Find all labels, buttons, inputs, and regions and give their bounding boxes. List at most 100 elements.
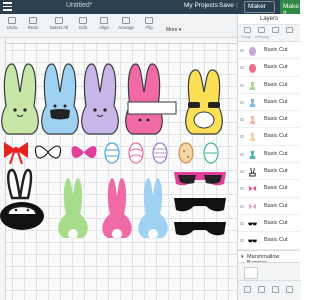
redo-button[interactable]: Redo bbox=[22, 17, 44, 30]
layer-label: Basic Cut bbox=[264, 202, 288, 209]
bow-thumbnail-icon bbox=[248, 186, 257, 192]
layers-panel-footer bbox=[238, 280, 301, 300]
edit-button[interactable]: Edit bbox=[72, 17, 94, 30]
layer-label: Basic Cut bbox=[264, 47, 288, 53]
bunny-thumbnail-icon bbox=[249, 98, 256, 107]
undo-button[interactable]: Undo bbox=[1, 17, 23, 30]
flip-button[interactable]: Flip bbox=[138, 17, 160, 30]
layer-row[interactable]: Basic Cut bbox=[238, 42, 300, 60]
edit-toolbar: Undo Redo Select All Edit Align Arrange … bbox=[0, 14, 237, 38]
save-button[interactable]: Save bbox=[219, 2, 234, 9]
layer-row[interactable]: Basic Cut bbox=[238, 180, 300, 198]
project-title: Untitled* bbox=[66, 2, 93, 9]
bunny-peeking-hole[interactable] bbox=[0, 168, 44, 230]
attach-icon[interactable] bbox=[272, 286, 279, 293]
bunny-thumbnail-icon bbox=[248, 46, 257, 56]
layer-label: Basic Cut bbox=[264, 219, 288, 226]
visibility-icon[interactable] bbox=[240, 118, 244, 122]
blank-canvas-swatch[interactable] bbox=[244, 266, 258, 279]
canvas-artwork bbox=[0, 63, 226, 240]
flip-icon bbox=[145, 17, 153, 24]
duplicate-icon[interactable] bbox=[272, 27, 279, 33]
select-all-button[interactable]: Select All bbox=[47, 17, 71, 30]
layer-row[interactable]: Basic Cut bbox=[238, 232, 300, 250]
red-bow[interactable] bbox=[4, 142, 28, 165]
visibility-icon[interactable] bbox=[240, 221, 244, 225]
redo-icon bbox=[29, 17, 37, 24]
layer-label: Basic Cut bbox=[264, 116, 288, 123]
layer-row[interactable]: Basic Cut bbox=[238, 198, 300, 215]
arrange-button[interactable]: Arrange bbox=[115, 17, 137, 30]
easter-egg-pink[interactable] bbox=[128, 142, 144, 164]
top-bar: Untitled* My Projects | Save | Maker Mak… bbox=[0, 0, 300, 17]
layer-group-marshmallow-bunnies[interactable]: ▾Marshmallow Bunnies bbox=[238, 249, 300, 266]
easter-egg-purple[interactable] bbox=[152, 142, 168, 164]
undo-icon bbox=[8, 17, 16, 24]
layer-row[interactable]: Basic Cut bbox=[238, 77, 300, 94]
peep-bunny-green[interactable] bbox=[1, 63, 39, 135]
arrange-icon bbox=[122, 17, 130, 24]
visibility-icon[interactable] bbox=[240, 66, 244, 70]
layer-row[interactable]: Basic Cut bbox=[238, 146, 300, 164]
layers-panel-title: Layers bbox=[238, 14, 300, 25]
flatten-icon[interactable] bbox=[286, 286, 293, 293]
sunglasses-thumbnail-icon bbox=[248, 222, 257, 226]
weld-icon[interactable] bbox=[258, 286, 265, 293]
easter-egg-teal[interactable] bbox=[203, 142, 219, 164]
chevron-down-icon[interactable]: ▾ bbox=[241, 254, 244, 260]
layer-row[interactable]: Basic Cut bbox=[238, 59, 300, 77]
bunny-tail-green[interactable] bbox=[58, 178, 88, 240]
visibility-icon[interactable] bbox=[240, 204, 244, 208]
layer-label: Basic Cut bbox=[264, 98, 288, 105]
layer-row[interactable]: Basic Cut bbox=[238, 163, 300, 181]
hamburger-menu-icon[interactable] bbox=[3, 2, 12, 11]
layer-row[interactable]: Basic Cut bbox=[238, 111, 300, 129]
more-dropdown[interactable]: More ▾ bbox=[166, 27, 181, 33]
ungroup-icon[interactable] bbox=[258, 27, 265, 33]
visibility-icon[interactable] bbox=[240, 170, 244, 174]
easter-egg-gold[interactable] bbox=[178, 142, 194, 164]
layers-panel-tools: Group UnGroup bbox=[238, 25, 300, 42]
visibility-icon[interactable] bbox=[240, 152, 244, 156]
layer-label: Basic Cut bbox=[264, 150, 288, 157]
layer-label: Basic Cut bbox=[264, 185, 288, 192]
peep-bunny-blue-masked[interactable] bbox=[41, 63, 79, 135]
layers-panel: Layers Group UnGroup Basic Cut Basic Cut… bbox=[237, 14, 301, 300]
peep-bunny-yellow-sunglasses[interactable] bbox=[185, 69, 223, 135]
peep-bunny-purple[interactable] bbox=[81, 63, 119, 135]
bunny-thumbnail-icon bbox=[249, 81, 256, 90]
bunny-tail-blue[interactable] bbox=[138, 178, 168, 240]
bunny-tail-pink[interactable] bbox=[102, 178, 132, 240]
layer-label: Basic Cut bbox=[264, 237, 288, 244]
layer-row[interactable]: Basic Cut bbox=[238, 94, 300, 112]
visibility-icon[interactable] bbox=[240, 49, 244, 52]
align-button[interactable]: Align bbox=[93, 17, 115, 30]
visibility-icon[interactable] bbox=[240, 239, 244, 243]
outline-bow[interactable] bbox=[34, 145, 62, 159]
layer-row[interactable]: Basic Cut bbox=[238, 128, 300, 146]
visibility-icon[interactable] bbox=[240, 135, 244, 139]
easter-egg-blue[interactable] bbox=[104, 142, 120, 164]
peep-bunny-pink-monogram[interactable] bbox=[125, 63, 177, 135]
edit-icon bbox=[79, 17, 87, 24]
bunny-thumbnail-icon bbox=[248, 64, 257, 74]
bow-thumbnail-icon bbox=[248, 203, 257, 209]
layer-row[interactable]: Basic Cut bbox=[238, 215, 300, 233]
select-all-icon bbox=[55, 17, 63, 24]
layer-label: Basic Cut bbox=[264, 81, 288, 88]
make-it-button[interactable]: Make It bbox=[280, 0, 300, 17]
visibility-icon[interactable] bbox=[240, 83, 244, 87]
visibility-icon[interactable] bbox=[240, 187, 244, 191]
bunny-thumbnail-icon bbox=[249, 116, 256, 125]
pink-bow[interactable] bbox=[71, 146, 97, 158]
visibility-icon[interactable] bbox=[240, 100, 244, 104]
ungroup-label: UnGroup bbox=[255, 35, 270, 39]
machine-select[interactable]: Maker bbox=[244, 1, 275, 13]
sunglasses-black-2[interactable] bbox=[174, 222, 226, 236]
layer-label: Basic Cut bbox=[264, 168, 288, 175]
slice-icon[interactable] bbox=[244, 286, 251, 293]
delete-icon[interactable] bbox=[286, 27, 293, 33]
group-icon[interactable] bbox=[244, 27, 251, 33]
sunglasses-black-1[interactable] bbox=[174, 198, 226, 212]
sunglasses-pink[interactable] bbox=[174, 172, 226, 186]
